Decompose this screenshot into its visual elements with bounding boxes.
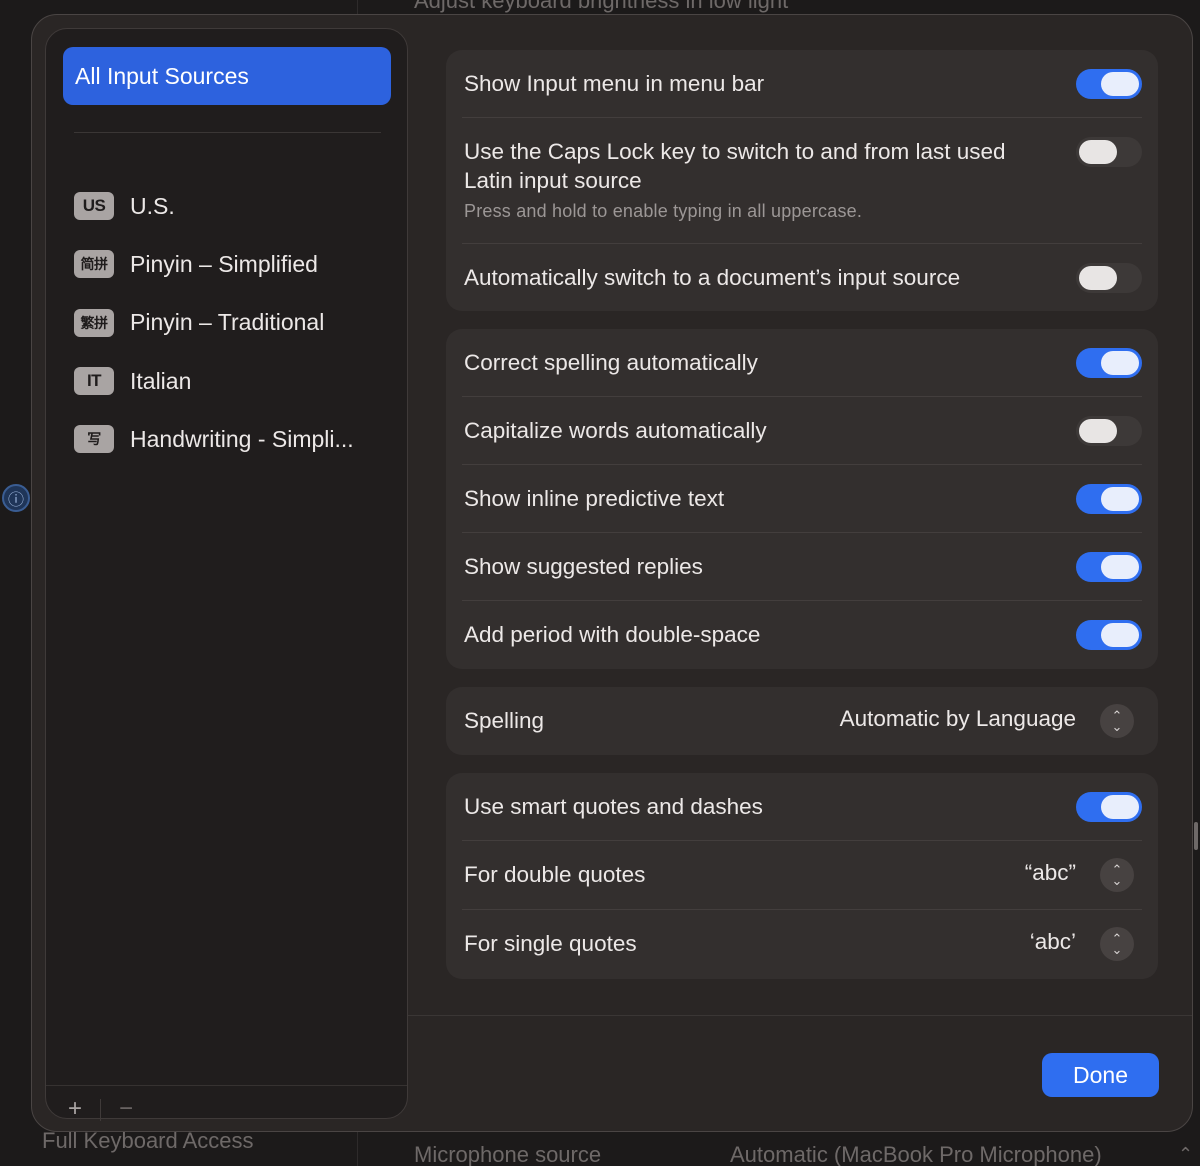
info-icon: ⓘ [2,484,30,512]
setting-row-single-quotes[interactable]: For single quotes ‘abc’ ⌃ ⌄ [462,910,1142,979]
auto-switch-label: Automatically switch to a document’s inp… [464,265,961,290]
capitalize-toggle[interactable] [1076,416,1142,446]
sidebar-item-label: Handwriting - Simpli... [130,425,354,452]
toggle-knob [1101,72,1139,96]
background-microphone-source-label: Microphone source [414,1142,602,1166]
setting-row-smart-quotes: Use smart quotes and dashes [462,773,1142,841]
typing-settings-group: Correct spelling automatically Capitaliz… [446,329,1158,669]
input-sources-sidebar: All Input Sources US U.S. 简拼 Pinyin – Si… [45,28,408,1122]
italian-badge-icon: IT [74,367,114,396]
sidebar-item-label: Pinyin – Traditional [130,309,325,336]
caps-lock-toggle[interactable] [1076,137,1142,167]
double-space-label: Add period with double-space [464,622,761,647]
spelling-stepper-icon[interactable]: ⌃ ⌄ [1100,704,1134,738]
toggle-knob [1079,419,1117,443]
sidebar-item-label: Italian [130,367,192,394]
sidebar-item-pinyin-traditional[interactable]: 繁拼 Pinyin – Traditional [74,294,394,352]
background-stepper-icon: ⌃ [1178,1144,1194,1164]
setting-row-double-space: Add period with double-space [462,601,1142,669]
toggle-knob [1101,555,1139,579]
smart-quotes-label: Use smart quotes and dashes [464,794,763,819]
sidebar-item-us[interactable]: US U.S. [74,177,394,235]
setting-row-double-quotes[interactable]: For double quotes “abc” ⌃ ⌄ [462,841,1142,910]
setting-row-capitalize: Capitalize words automatically [462,397,1142,465]
single-quotes-value[interactable]: ‘abc’ [1030,929,1076,955]
toggle-knob [1101,487,1139,511]
sidebar-button-divider [100,1099,101,1121]
sidebar-item-label: Pinyin – Simplified [130,250,318,277]
caps-lock-label: Use the Caps Lock key to switch to and f… [464,139,1006,193]
sidebar-item-label: U.S. [130,192,175,219]
sidebar-item-handwriting[interactable]: 写 Handwriting - Simpli... [74,410,394,468]
correct-spelling-label: Correct spelling automatically [464,350,758,375]
input-menu-toggle[interactable] [1076,69,1142,99]
setting-row-auto-switch: Automatically switch to a document’s inp… [462,244,1142,311]
input-menu-settings-group: Show Input menu in menu bar Use the Caps… [446,50,1158,311]
toggle-knob [1079,140,1117,164]
toggle-knob [1101,623,1139,647]
sidebar-item-italian[interactable]: IT Italian [74,352,394,410]
add-input-source-button[interactable]: + [60,1095,90,1123]
setting-row-correct-spelling: Correct spelling automatically [462,329,1142,397]
caps-lock-sublabel: Press and hold to enable typing in all u… [464,201,863,221]
sidebar-footer-separator [46,1085,407,1086]
background-microphone-source-value: Automatic (MacBook Pro Microphone) [730,1142,1102,1166]
toggle-knob [1101,351,1139,375]
suggested-replies-toggle[interactable] [1076,552,1142,582]
setting-row-spelling[interactable]: Spelling Automatic by Language ⌃ ⌄ [462,687,1142,755]
double-quotes-stepper-icon[interactable]: ⌃ ⌄ [1100,858,1134,892]
spelling-settings-group: Spelling Automatic by Language ⌃ ⌄ [446,687,1158,755]
auto-switch-toggle[interactable] [1076,263,1142,293]
setting-row-caps-lock: Use the Caps Lock key to switch to and f… [462,118,1142,244]
inline-predictive-label: Show inline predictive text [464,486,725,511]
footer-separator [408,1015,1192,1016]
sidebar-item-label: All Input Sources [75,62,249,89]
sidebar-separator [74,132,381,133]
input-menu-label: Show Input menu in menu bar [464,71,765,96]
double-space-toggle[interactable] [1076,620,1142,650]
toggle-knob [1101,795,1139,819]
inline-predictive-toggle[interactable] [1076,484,1142,514]
correct-spelling-toggle[interactable] [1076,348,1142,378]
input-sources-sheet: All Input Sources US U.S. 简拼 Pinyin – Si… [31,14,1193,1132]
done-button[interactable]: Done [1042,1053,1159,1097]
setting-row-suggested-replies: Show suggested replies [462,533,1142,601]
input-source-list: US U.S. 简拼 Pinyin – Simplified 繁拼 Pinyin… [74,177,394,468]
smart-quotes-toggle[interactable] [1076,792,1142,822]
smart-quotes-settings-group: Use smart quotes and dashes For double q… [446,773,1158,979]
spelling-value[interactable]: Automatic by Language [840,706,1076,732]
remove-input-source-button[interactable]: − [111,1095,141,1123]
background-keyboard-brightness-label: Adjust keyboard brightness in low light [414,0,789,13]
setting-row-input-menu: Show Input menu in menu bar [462,50,1142,118]
background-scrollbar[interactable] [1194,822,1198,850]
toggle-knob [1079,266,1117,290]
capitalize-label: Capitalize words automatically [464,418,767,443]
double-quotes-value[interactable]: “abc” [1025,860,1076,886]
pinyin-simplified-icon: 简拼 [74,250,114,279]
suggested-replies-label: Show suggested replies [464,554,703,579]
single-quotes-stepper-icon[interactable]: ⌃ ⌄ [1100,927,1134,961]
pinyin-traditional-icon: 繁拼 [74,308,114,337]
us-flag-badge-icon: US [74,192,114,221]
sidebar-item-all-input-sources[interactable]: All Input Sources [63,47,391,105]
handwriting-icon: 写 [74,425,114,454]
sidebar-item-pinyin-simplified[interactable]: 简拼 Pinyin – Simplified [74,235,394,293]
setting-row-inline-predictive: Show inline predictive text [462,465,1142,533]
